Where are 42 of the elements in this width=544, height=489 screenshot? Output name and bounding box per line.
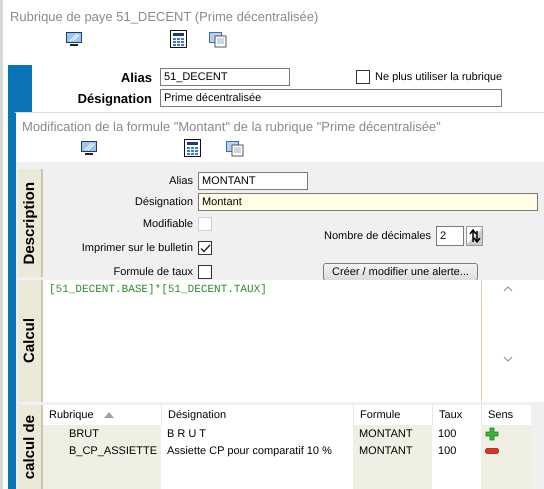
monitor-icon[interactable] <box>65 31 83 47</box>
window-title: Rubrique de paye 51_DECENT (Prime décentralisée) <box>9 8 320 24</box>
column-header[interactable]: Désignation <box>168 409 226 421</box>
windows-icon[interactable] <box>225 140 244 156</box>
section-tab[interactable]: calcul de <box>18 405 43 489</box>
designation-field[interactable]: Montant <box>198 192 538 210</box>
calculator-icon[interactable] <box>184 139 201 157</box>
table-cell: B R U T <box>161 425 353 442</box>
checkbox-label: Imprimer sur le bulletin <box>80 242 193 254</box>
field-label: Désignation <box>134 196 193 208</box>
checkbox[interactable] <box>198 241 212 255</box>
field-label: Alias <box>168 174 193 186</box>
calculator-icon[interactable] <box>170 30 187 48</box>
table-cell: Assiette CP pour comparatif 10 % <box>161 442 353 459</box>
alert-button[interactable]: Créer / modifier une alerte... <box>323 263 478 281</box>
alias-field[interactable]: MONTANT <box>198 172 308 190</box>
decimals-field[interactable]: 2 <box>436 226 464 246</box>
table-cell: MONTANT <box>353 442 432 459</box>
scroll-up-icon[interactable] <box>503 286 513 292</box>
scroll-down-icon[interactable] <box>503 356 513 362</box>
field-label: Alias <box>120 70 152 84</box>
table-cell: 100 <box>432 442 481 459</box>
checkbox[interactable] <box>198 265 212 279</box>
alias-field[interactable]: 51_DECENT <box>160 68 290 86</box>
checkbox-label: Formule de taux <box>112 266 193 278</box>
checkbox-label: Ne plus utiliser la rubrique <box>375 71 502 83</box>
window-title: Modification de la formule "Montant" de la rubrique "Prime décentralisée" <box>21 118 442 134</box>
table-cell: 100 <box>432 425 481 442</box>
table-cell: B_CP_ASSIETTE <box>43 442 161 459</box>
table-cell: BRUT <box>43 425 161 442</box>
formula-text: [51_DECENT.BASE]*[51_DECENT.TAUX] <box>43 280 482 402</box>
windows-icon[interactable] <box>208 30 227 48</box>
table-cell: MONTANT <box>353 425 432 442</box>
monitor-icon[interactable] <box>80 140 98 156</box>
field-label: Désignation <box>76 90 152 106</box>
section-tab[interactable]: Description <box>18 169 43 277</box>
checkbox-label: Modifiable <box>142 218 193 230</box>
spin-button[interactable] <box>466 226 483 246</box>
field-label: Nombre de décimales <box>323 230 431 242</box>
section-tab[interactable]: Calcul <box>18 280 43 402</box>
designation-field[interactable]: Prime décentralisée <box>160 89 502 107</box>
checkbox[interactable] <box>356 70 370 84</box>
